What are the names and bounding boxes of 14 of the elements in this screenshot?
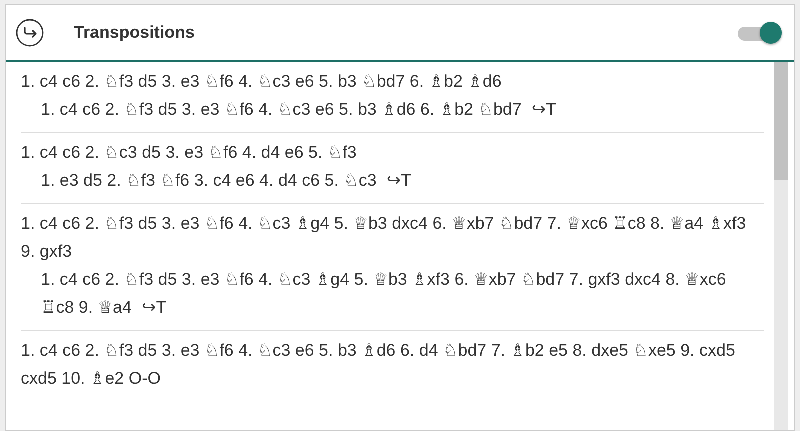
- move-line: 1. c4 c6 2. ♘f3 d5 3. e3 ♘f6 4. ♘c3 ♗g4 5. ♕b3 dxc4 6. ♕xb7 ♘bd7 7. ♕xc6 ♖c8 8. ♕a4 ♗xf3 9. gxf3: [21, 213, 748, 263]
- transposition-link[interactable]: ↪T: [532, 100, 556, 119]
- transposition-line: 1. c4 c6 2. ♘f3 d5 3. e3 ♘f6 4. ♘c3 ♗g4 5. ♕b3 ♗xf3 6. ♕xb7 ♘bd7 7. gxf3 dxc4 8. ♕xc6 ♖c8 9. ♕a4 ↪T: [40, 269, 728, 319]
- transposition-line: 1. e3 d5 2. ♘f3 ♘f6 3. c4 e6 4. d4 c6 5. ♘c3 ↪T: [40, 170, 413, 192]
- transposition-link[interactable]: ↪T: [142, 298, 167, 317]
- panel-title: Transpositions: [74, 22, 196, 42]
- scrollbar[interactable]: [774, 62, 788, 430]
- toggle-switch[interactable]: [738, 22, 782, 44]
- transposition-line: 1. c4 c6 2. ♘f3 d5 3. e3 ♘f6 4. ♘c3 e6 5. b3 ♗d6 6. ♗b2 ♘bd7 ↪T: [40, 99, 558, 121]
- move-line: 1. c4 c6 2. ♘f3 d5 3. e3 ♘f6 4. ♘c3 e6 5. b3 ♘bd7 6. ♗b2 ♗d6: [21, 71, 503, 93]
- move-line: 1. c4 c6 2. ♘f3 d5 3. e3 ♘f6 4. ♘c3 e6 5. b3 ♗d6 6. d4 ♘bd7 7. ♗b2 e5 8. dxe5 ♘xe5 9. cxd5 cxd5 10. ♗e2 O-O: [21, 340, 736, 390]
- transposition-link[interactable]: ↪T: [386, 171, 412, 190]
- move-line: 1. c4 c6 2. ♘c3 d5 3. e3 ♘f6 4. d4 e6 5. ♘f3: [21, 142, 358, 164]
- transpose-icon[interactable]: [16, 18, 44, 46]
